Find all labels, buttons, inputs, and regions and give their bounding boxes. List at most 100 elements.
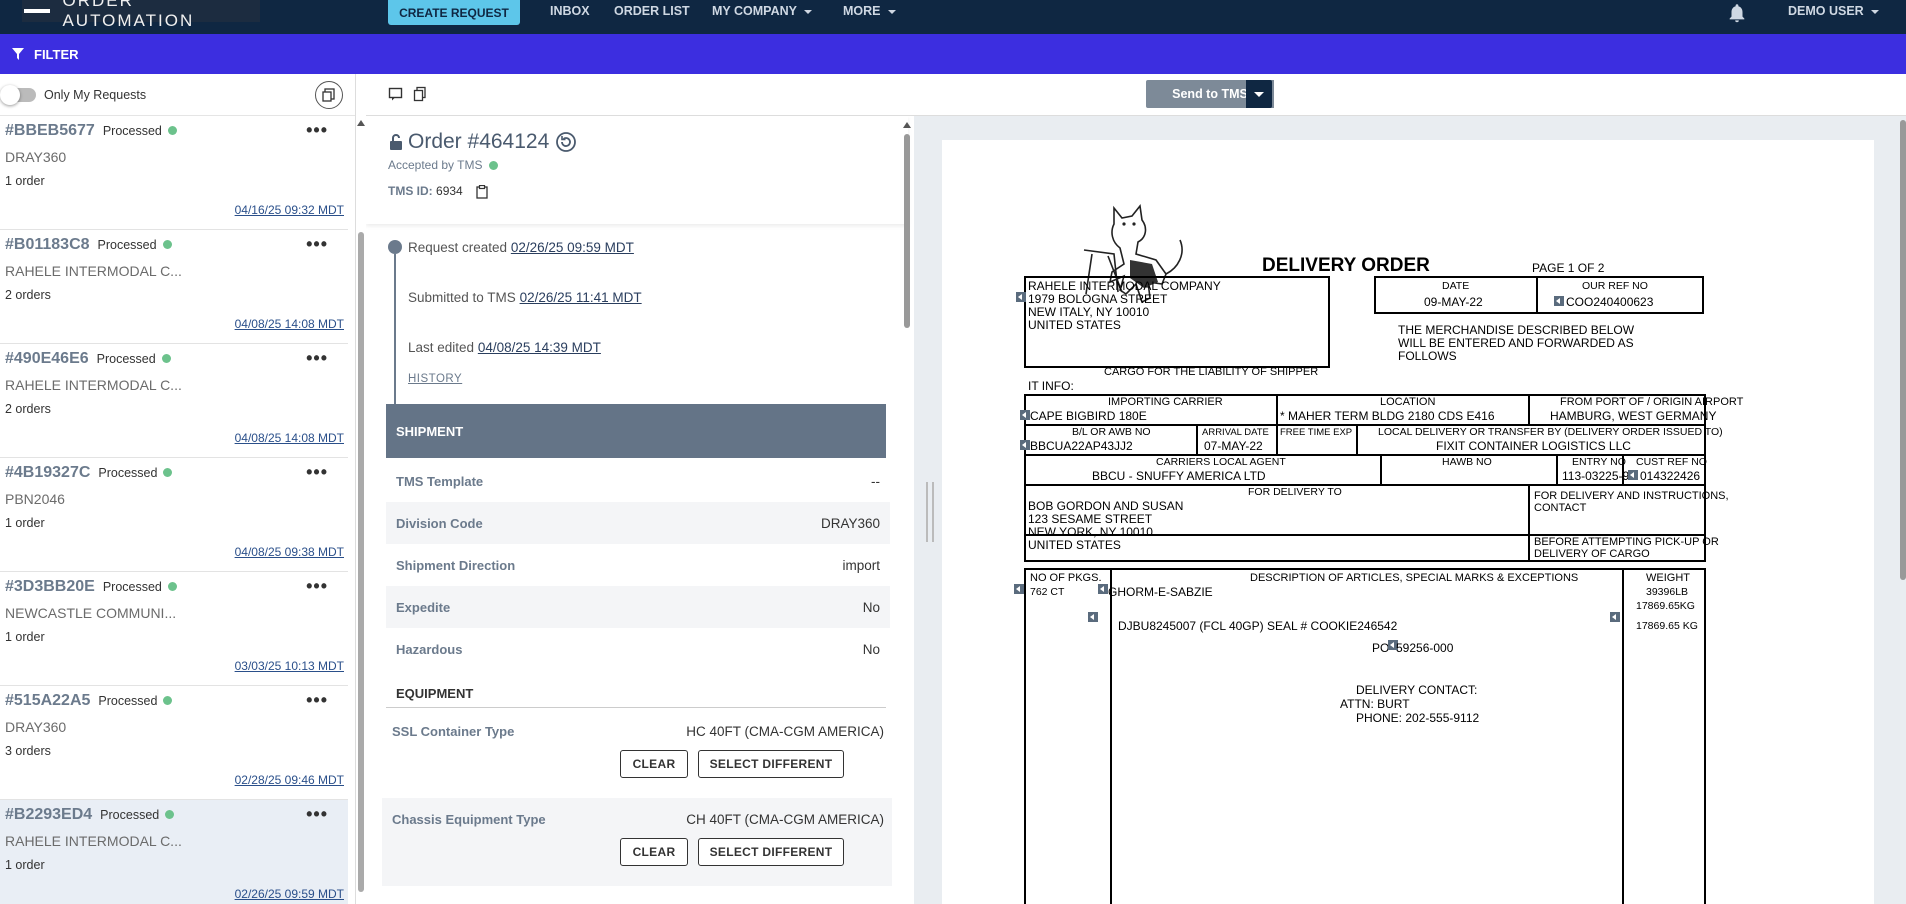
request-date-link[interactable]: 04/08/25 14:08 MDT — [235, 431, 344, 445]
more-options-icon[interactable]: ••• — [306, 348, 328, 369]
request-item[interactable]: #BBEB5677 Processed ••• DRAY360 1 order 04/16… — [0, 116, 348, 230]
document-scrollbar[interactable] — [1900, 120, 1906, 580]
history-link[interactable]: HISTORY — [408, 373, 462, 385]
app-title: ORDER AUTOMATION — [62, 0, 195, 30]
request-item[interactable]: #4B19327C Processed ••• PBN2046 1 order 04/08… — [0, 458, 348, 572]
field-marker-icon[interactable] — [1020, 440, 1030, 450]
location-label: LOCATION — [1380, 396, 1436, 408]
equipment-section-header: EQUIPMENT — [396, 686, 474, 701]
field-marker-icon[interactable] — [1628, 470, 1638, 480]
duplicate-icon[interactable] — [412, 86, 428, 102]
field-marker-icon[interactable] — [1088, 612, 1098, 622]
request-list-scrollbar[interactable] — [358, 232, 364, 892]
request-date-link[interactable]: 04/16/25 09:32 MDT — [235, 203, 344, 217]
submitted-date-link[interactable]: 02/26/25 11:41 MDT — [520, 290, 642, 305]
create-request-button[interactable]: CREATE REQUEST — [388, 0, 520, 25]
nav-my-company[interactable]: MY COMPANY — [712, 4, 812, 18]
request-id: #B2293ED4 — [5, 806, 93, 823]
request-date-link[interactable]: 02/28/25 09:46 MDT — [235, 773, 344, 787]
po-label: PO — [1372, 641, 1390, 655]
filter-bar[interactable]: FILTER — [0, 34, 1906, 74]
weight-2: 17869.65KG — [1636, 600, 1695, 612]
nav-more[interactable]: MORE — [843, 4, 896, 18]
request-id: #BBEB5677 — [5, 122, 95, 139]
document-viewer: DELIVERY ORDER PAGE 1 OF 2 RAHELE INTERM… — [920, 116, 1906, 904]
request-date-link[interactable]: 04/08/25 14:08 MDT — [235, 317, 344, 331]
more-options-icon[interactable]: ••• — [306, 576, 328, 597]
scroll-up-arrow-icon[interactable] — [357, 120, 365, 126]
request-order-count: 1 order — [5, 174, 45, 188]
shipment-row[interactable]: Division Code DRAY360 — [386, 502, 890, 544]
more-options-icon[interactable]: ••• — [306, 804, 328, 825]
field-marker-icon[interactable] — [1014, 584, 1024, 594]
nav-user[interactable]: DEMO USER — [1788, 4, 1879, 18]
bulk-copy-button[interactable] — [315, 81, 343, 109]
weight-1: 39396LB — [1646, 586, 1689, 598]
comment-icon[interactable] — [388, 86, 404, 102]
more-options-icon[interactable]: ••• — [306, 462, 328, 483]
request-item[interactable]: #3D3BB20E Processed ••• NEWCASTLE COMMUNI..… — [0, 572, 348, 686]
arrival-label: ARRIVAL DATE — [1202, 427, 1269, 438]
it-info: IT INFO: — [1028, 379, 1074, 393]
filter-icon — [12, 48, 24, 60]
app-logo[interactable]: ORDER AUTOMATION — [22, 0, 260, 30]
field-value: DRAY360 — [820, 515, 880, 531]
field-label: Hazardous — [396, 641, 463, 657]
nav-inbox[interactable]: INBOX — [550, 4, 590, 18]
shipment-row[interactable]: TMS Template -- — [386, 460, 890, 502]
lock-open-icon[interactable] — [388, 133, 404, 151]
send-options-chevron-icon[interactable] — [1246, 80, 1272, 108]
request-item[interactable]: #490E46E6 Processed ••• RAHELE INTERMODAL C… — [0, 344, 348, 458]
scroll-up-arrow-icon[interactable] — [903, 122, 911, 128]
field-marker-icon[interactable] — [1610, 612, 1620, 622]
edited-date-link[interactable]: 04/08/25 14:39 MDT — [478, 340, 601, 355]
more-options-icon[interactable]: ••• — [306, 120, 328, 141]
request-status: Processed — [102, 124, 162, 138]
shipment-row[interactable]: Hazardous No — [386, 628, 890, 670]
more-options-icon[interactable]: ••• — [306, 234, 328, 255]
sender-line-4: UNITED STATES — [1028, 318, 1121, 332]
nav-order-list[interactable]: ORDER LIST — [614, 4, 690, 18]
pkgs-value: 762 CT — [1030, 586, 1065, 598]
field-marker-icon[interactable] — [1020, 410, 1030, 420]
request-item[interactable]: #B01183C8 Processed ••• RAHELE INTERMODAL C… — [0, 230, 348, 344]
request-item[interactable]: #B2293ED4 Processed ••• RAHELE INTERMODAL C… — [0, 800, 348, 904]
bell-icon[interactable] — [1726, 2, 1748, 24]
panel-divider[interactable] — [914, 116, 920, 904]
field-marker-icon[interactable] — [1098, 584, 1108, 594]
po-number: 59256-000 — [1396, 641, 1454, 655]
chevron-down-icon — [1870, 9, 1879, 14]
field-marker-icon[interactable] — [1016, 292, 1026, 302]
only-my-requests-toggle[interactable] — [0, 84, 36, 105]
request-order-count: 1 order — [5, 516, 45, 530]
equipment-row: Chassis Equipment Type CH 40FT (CMA-CGM A… — [382, 798, 892, 886]
request-date-link[interactable]: 04/08/25 09:38 MDT — [235, 545, 344, 559]
created-date-link[interactable]: 02/26/25 09:59 MDT — [511, 240, 634, 255]
grid-line — [1556, 454, 1558, 484]
weight-label: WEIGHT — [1646, 572, 1690, 584]
shipment-row[interactable]: Shipment Direction import — [386, 544, 890, 586]
refresh-icon[interactable] — [555, 131, 577, 153]
grid-line — [1528, 394, 1530, 424]
hawb-label: HAWB NO — [1442, 456, 1492, 468]
weight-3: 17869.65 KG — [1636, 620, 1698, 632]
shipment-row[interactable]: Expedite No — [386, 586, 890, 628]
select-different-button[interactable]: SELECT DIFFERENT — [698, 750, 844, 778]
field-value: No — [862, 599, 880, 615]
clear-button[interactable]: CLEAR — [620, 750, 688, 778]
request-item[interactable]: #515A22A5 Processed ••• DRAY360 3 orders 02/2… — [0, 686, 348, 800]
field-marker-icon[interactable] — [1554, 296, 1564, 306]
request-date-link[interactable]: 03/03/25 10:13 MDT — [235, 659, 344, 673]
cust-value: 014322426 — [1640, 469, 1701, 483]
contact-line-3: PHONE: 202-555-9112 — [1356, 711, 1480, 725]
clipboard-icon[interactable] — [476, 184, 488, 199]
desc-label: DESCRIPTION OF ARTICLES, SPECIAL MARKS &… — [1250, 572, 1579, 584]
request-date-link[interactable]: 02/26/25 09:59 MDT — [235, 887, 344, 901]
more-options-icon[interactable]: ••• — [306, 690, 328, 711]
shipment-section-header[interactable]: SHIPMENT — [386, 404, 886, 458]
select-different-button[interactable]: SELECT DIFFERENT — [698, 838, 844, 866]
resize-grip-icon[interactable] — [926, 482, 934, 542]
order-detail-scrollbar[interactable] — [904, 134, 910, 328]
carrier-label: IMPORTING CARRIER — [1108, 396, 1223, 408]
clear-button[interactable]: CLEAR — [620, 838, 688, 866]
